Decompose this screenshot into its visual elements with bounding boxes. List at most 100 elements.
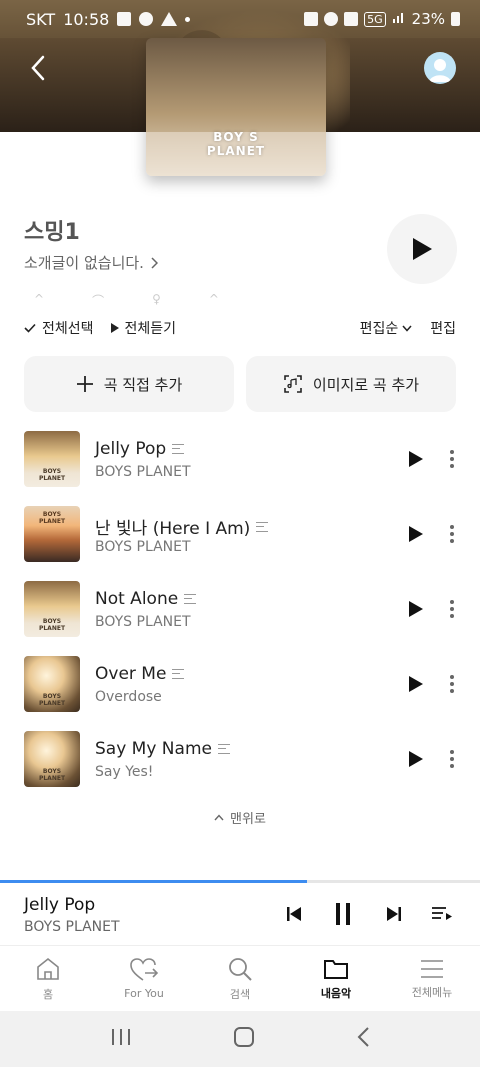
cover-logo-line1: BOY S [213, 130, 259, 144]
song-play-button[interactable] [404, 597, 428, 621]
nav-home[interactable]: 홈 [0, 946, 96, 1011]
nav-for-you[interactable]: For You [96, 946, 192, 1011]
nav-for-you-label: For You [124, 987, 164, 1000]
faint-decoration: ^ ⌒ ♀ ^ [34, 292, 219, 309]
nav-search[interactable]: 검색 [192, 946, 288, 1011]
play-playlist-button[interactable] [387, 214, 457, 284]
now-playing-title: Jelly Pop [24, 895, 96, 915]
thumbnail-logo-line1: BOYS [42, 618, 62, 625]
song-title-wrap: Jelly Pop [95, 439, 185, 459]
nav-my-music[interactable]: 내음악 [288, 946, 384, 1011]
thumbnail-logo-line2: PLANET [38, 475, 66, 482]
playlist-description-link[interactable]: 소개글이 없습니다. [24, 252, 158, 273]
add-image-label: 이미지로 곡 추가 [312, 375, 420, 394]
scroll-to-top-label: 맨위로 [230, 812, 266, 827]
song-more-button[interactable] [444, 447, 460, 471]
recent-apps-icon [112, 1029, 131, 1045]
song-play-button[interactable] [404, 522, 428, 546]
playlist-description: 소개글이 없습니다. [24, 254, 144, 272]
song-row[interactable]: BOYS PLANET Jelly Pop BOYS PLANET [0, 421, 480, 496]
home-system-button[interactable] [233, 1026, 255, 1052]
back-button[interactable] [22, 52, 54, 84]
recent-apps-button[interactable] [110, 1027, 132, 1051]
chevron-right-icon [151, 256, 158, 269]
song-title-wrap: Say My Name [95, 739, 230, 759]
play-icon [409, 676, 423, 692]
nav-my-music-label: 내음악 [320, 986, 352, 1000]
chevron-down-icon [402, 325, 412, 332]
thumbnail-logo-line2: PLANET [38, 518, 66, 525]
song-more-button[interactable] [444, 747, 460, 771]
album-thumbnail: BOYS PLANET [24, 656, 80, 712]
playlist-queue-button[interactable] [430, 901, 454, 927]
album-thumbnail: BOYS PLANET [24, 431, 80, 487]
song-play-button[interactable] [404, 747, 428, 771]
thumbnail-logo: BOYS PLANET [24, 693, 80, 707]
album-thumbnail: BOYS PLANET [24, 731, 80, 787]
select-all-label: 전체선택 [42, 321, 94, 337]
song-artist: Overdose [95, 689, 162, 705]
song-play-button[interactable] [404, 672, 428, 696]
song-row[interactable]: BOYS PLANET Over Me Overdose [0, 646, 480, 721]
song-row[interactable]: BOYS PLANET 난 빛나 (Here I Am) BOYS PLANET [0, 496, 480, 571]
nav-all-menu[interactable]: 전체메뉴 [384, 946, 480, 1011]
song-artist: BOYS PLANET [95, 614, 191, 630]
thumbnail-logo-line2: PLANET [38, 625, 66, 632]
play-all-label: 전체듣기 [124, 321, 177, 337]
select-all-button[interactable]: 전체선택 [24, 318, 94, 338]
add-song-direct-button[interactable]: 곡 직접 추가 [24, 356, 234, 412]
battery-icon [451, 12, 460, 26]
song-more-button[interactable] [444, 597, 460, 621]
search-icon [229, 957, 252, 981]
song-title-wrap: Over Me [95, 664, 185, 684]
add-direct-label: 곡 직접 추가 [103, 375, 183, 394]
sort-dropdown[interactable]: 편집순 [360, 318, 413, 338]
lyrics-icon [172, 444, 185, 454]
skip-previous-icon [287, 907, 301, 921]
sort-label: 편집순 [359, 321, 399, 337]
status-bar: SKT 10:58 5G 23% [0, 0, 480, 38]
song-artist: BOYS PLANET [95, 539, 191, 555]
mini-player[interactable]: Jelly Pop BOYS PLANET [0, 883, 480, 945]
now-playing-artist: BOYS PLANET [24, 919, 120, 935]
song-more-button[interactable] [444, 522, 460, 546]
profile-avatar-button[interactable] [424, 52, 456, 84]
thumbnail-logo: BOYS PLANET [24, 618, 80, 632]
lyrics-icon [256, 521, 269, 532]
play-all-button[interactable]: 전체듣기 [110, 318, 177, 338]
back-system-button[interactable] [356, 1026, 370, 1052]
home-icon [37, 957, 59, 980]
network-type: 5G [364, 11, 386, 27]
play-icon [409, 601, 423, 617]
skip-next-icon [387, 907, 401, 921]
song-title: Over Me [95, 664, 167, 684]
edit-button[interactable]: 편집 [430, 318, 456, 338]
playlist-cover-image: BOY S PLANET [146, 38, 326, 176]
previous-track-button[interactable] [282, 901, 306, 927]
playlist-title: 스밍1 [24, 220, 80, 245]
folder-icon [324, 959, 348, 979]
mute-icon [344, 12, 359, 26]
home-square-icon [233, 1027, 254, 1047]
pause-button[interactable] [331, 901, 355, 927]
nav-search-label: 검색 [229, 987, 251, 1001]
song-row[interactable]: BOYS PLANET Say My Name Say Yes! [0, 721, 480, 796]
song-row[interactable]: BOYS PLANET Not Alone BOYS PLANET [0, 571, 480, 646]
scroll-to-top-button[interactable]: 맨위로 [0, 808, 480, 827]
nav-home-label: 홈 [42, 987, 54, 1001]
chevron-left-icon [31, 55, 45, 81]
song-play-button[interactable] [404, 447, 428, 471]
thumbnail-logo-line1: BOYS [42, 511, 62, 518]
song-artist: BOYS PLANET [95, 464, 191, 480]
plus-icon [76, 376, 93, 392]
heart-arrow-icon [130, 958, 159, 981]
next-track-button[interactable] [382, 901, 406, 927]
bottom-navigation: 홈 For You 검색 내음악 전체메뉴 [0, 945, 480, 1011]
thumbnail-logo-line1: BOYS [42, 693, 62, 700]
song-more-button[interactable] [444, 672, 460, 696]
queue-icon [432, 907, 452, 920]
thumbnail-logo-line2: PLANET [38, 700, 66, 707]
clock: 10:58 [63, 9, 110, 29]
add-song-by-image-button[interactable]: 이미지로 곡 추가 [246, 356, 456, 412]
thumbnail-logo: BOYS PLANET [24, 511, 80, 525]
